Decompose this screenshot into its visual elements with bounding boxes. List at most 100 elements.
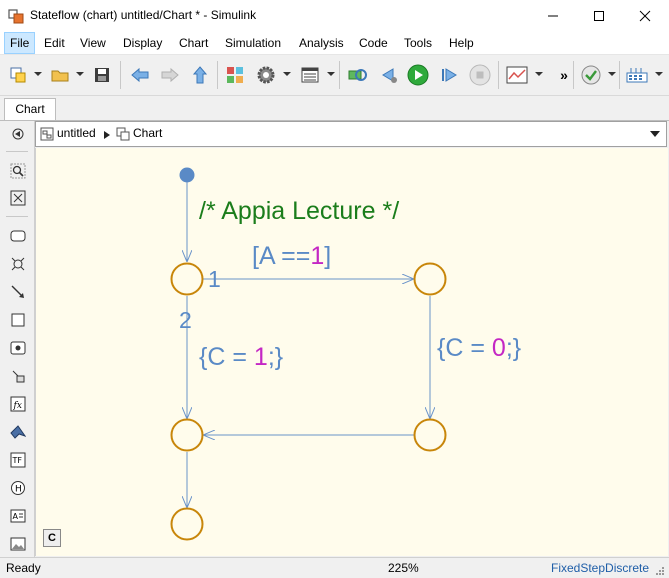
build-dropdown-arrow[interactable] xyxy=(655,72,663,76)
transition-2-action[interactable]: {C = 1;} xyxy=(199,343,283,371)
data-inspector-icon xyxy=(506,66,528,84)
function-tool-button[interactable]: fx xyxy=(9,395,27,413)
title-bar: Stateflow (chart) untitled/Chart * - Sim… xyxy=(0,0,669,32)
update-model-button[interactable] xyxy=(345,63,369,87)
close-button[interactable] xyxy=(622,0,668,32)
toolbar-overflow-button[interactable]: » xyxy=(556,63,572,87)
new-model-button[interactable] xyxy=(6,63,30,87)
save-button[interactable] xyxy=(90,63,114,87)
simulink-function-tool-button[interactable] xyxy=(9,423,27,441)
menu-bar: File Edit View Display Chart Simulation … xyxy=(0,32,669,55)
zoom-icon xyxy=(10,163,26,179)
editor-tab-strip: Chart xyxy=(0,96,669,121)
guard-prefix: [A == xyxy=(252,242,310,270)
status-bar: Ready 225% FixedStepDiscrete xyxy=(0,557,669,578)
resize-grip-icon[interactable] xyxy=(655,566,665,576)
palette-separator xyxy=(6,216,28,217)
image-tool-button[interactable] xyxy=(9,535,27,553)
menu-display[interactable]: Display xyxy=(118,32,167,54)
toolbar-separator xyxy=(498,61,499,89)
transition-tool-button[interactable] xyxy=(9,283,27,301)
open-button[interactable] xyxy=(48,63,72,87)
build-model-button[interactable] xyxy=(625,63,649,87)
menu-tools[interactable]: Tools xyxy=(399,32,437,54)
action-value: 0 xyxy=(492,334,506,362)
transition-2-order: 2 xyxy=(179,307,192,333)
breadcrumb-root[interactable]: untitled xyxy=(57,126,96,140)
library-grid-icon xyxy=(227,67,243,83)
explorer-list-icon xyxy=(301,67,319,83)
history-tool-button[interactable] xyxy=(9,367,27,385)
junction-middle-right[interactable] xyxy=(413,418,447,452)
breadcrumb-current[interactable]: Chart xyxy=(133,126,162,140)
transition-3-action[interactable]: {C = 0;} xyxy=(437,334,521,362)
status-solver[interactable]: FixedStepDiscrete xyxy=(551,561,649,575)
hide-show-explorer-button[interactable] xyxy=(9,125,27,143)
library-browser-button[interactable] xyxy=(223,63,247,87)
menu-view[interactable]: View xyxy=(75,32,111,54)
transition-1-guard[interactable]: [A ==1] xyxy=(252,242,331,270)
folder-icon xyxy=(51,70,69,82)
junction-middle-left[interactable] xyxy=(170,418,204,452)
simulation-data-inspector-button[interactable] xyxy=(505,63,529,87)
junction-top-left[interactable] xyxy=(170,262,204,296)
box-tool-button[interactable] xyxy=(9,311,27,329)
content-preview-button[interactable]: C xyxy=(43,529,61,547)
minimize-button[interactable] xyxy=(530,0,576,32)
stop-button[interactable] xyxy=(468,63,492,87)
settings-dropdown-arrow[interactable] xyxy=(283,72,291,76)
truth-table-tool-button[interactable]: TF xyxy=(9,451,27,469)
maximize-button[interactable] xyxy=(576,0,622,32)
menu-chart[interactable]: Chart xyxy=(174,32,213,54)
step-back-button[interactable] xyxy=(377,63,401,87)
menu-help[interactable]: Help xyxy=(444,32,479,54)
transition-arrow-icon xyxy=(11,285,24,298)
explorer-dropdown-arrow[interactable] xyxy=(327,72,335,76)
model-settings-button[interactable] xyxy=(254,63,278,87)
checkmark-circle-icon xyxy=(581,65,601,85)
play-icon xyxy=(407,64,429,86)
fit-to-view-button[interactable] xyxy=(9,189,27,207)
toolbar-separator xyxy=(120,61,121,89)
state-rect-icon xyxy=(10,230,26,242)
new-dropdown-arrow[interactable] xyxy=(34,72,42,76)
open-dropdown-arrow[interactable] xyxy=(76,72,84,76)
model-explorer-button[interactable] xyxy=(298,63,322,87)
status-ready: Ready xyxy=(6,561,41,575)
default-transition-tool-button[interactable] xyxy=(9,255,27,273)
tab-chart[interactable]: Chart xyxy=(4,98,56,120)
address-dropdown-icon[interactable] xyxy=(650,131,660,137)
step-forward-button[interactable] xyxy=(437,63,461,87)
junction-top-right[interactable] xyxy=(413,262,447,296)
arrow-up-icon xyxy=(192,66,208,84)
chart-comment[interactable]: /* Appia Lecture */ xyxy=(199,197,399,225)
junction-tool-button[interactable] xyxy=(9,339,27,357)
simulink-logo-icon xyxy=(10,425,26,439)
menu-simulation[interactable]: Simulation xyxy=(220,32,286,54)
back-button[interactable] xyxy=(128,63,152,87)
zoom-in-button[interactable] xyxy=(9,162,27,180)
inspector-dropdown-arrow[interactable] xyxy=(535,72,543,76)
run-button[interactable] xyxy=(406,63,430,87)
svg-text:H: H xyxy=(15,485,22,495)
box-icon xyxy=(11,313,25,327)
default-transition-dot[interactable] xyxy=(179,167,195,183)
state-tool-button[interactable] xyxy=(9,227,27,245)
stateflow-chart-canvas[interactable]: /* Appia Lecture */ 1 2 [A ==1] {C = 1;}… xyxy=(35,148,668,556)
menu-file[interactable]: File xyxy=(4,32,36,54)
menu-edit[interactable]: Edit xyxy=(39,32,70,54)
up-button[interactable] xyxy=(188,63,212,87)
svg-text:A: A xyxy=(13,512,19,521)
menu-code[interactable]: Code xyxy=(354,32,393,54)
menu-analysis[interactable]: Analysis xyxy=(294,32,349,54)
model-browser-address-bar[interactable]: untitled Chart xyxy=(35,121,667,147)
toolbar-overflow-label: » xyxy=(560,67,568,83)
annotation-icon: A xyxy=(10,509,26,523)
junction-bottom[interactable] xyxy=(170,507,204,541)
history-junction-tool-button[interactable]: H xyxy=(9,479,27,497)
annotation-tool-button[interactable]: A xyxy=(9,507,27,525)
advisor-dropdown-arrow[interactable] xyxy=(608,72,616,76)
model-advisor-button[interactable] xyxy=(579,63,603,87)
status-zoom: 225% xyxy=(388,561,419,575)
forward-button[interactable] xyxy=(158,63,182,87)
